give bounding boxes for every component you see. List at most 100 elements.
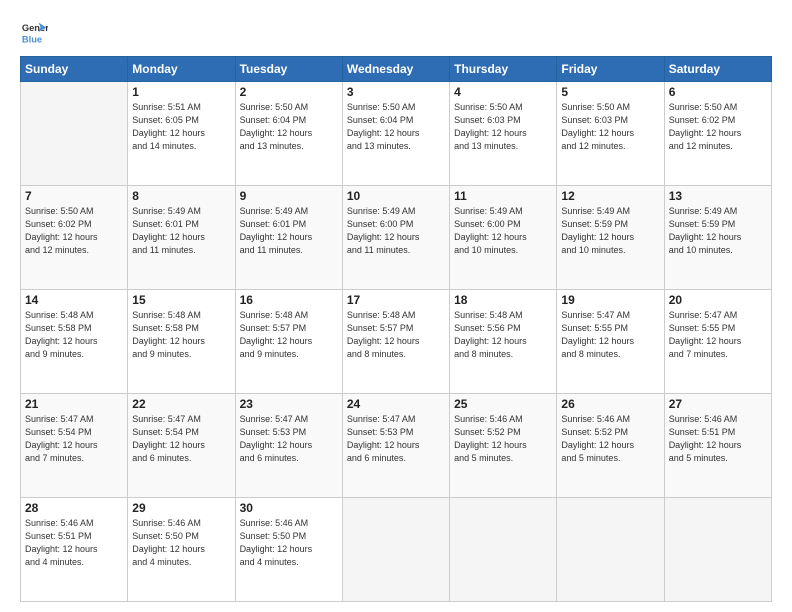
cell-info: Sunrise: 5:47 AM Sunset: 5:53 PM Dayligh… — [347, 413, 445, 465]
day-number: 28 — [25, 501, 123, 515]
calendar-cell — [557, 498, 664, 602]
calendar-cell: 21 Sunrise: 5:47 AM Sunset: 5:54 PM Dayli… — [21, 394, 128, 498]
weekday-header-saturday: Saturday — [664, 57, 771, 82]
cell-info: Sunrise: 5:49 AM Sunset: 6:00 PM Dayligh… — [454, 205, 552, 257]
calendar-cell: 30 Sunrise: 5:46 AM Sunset: 5:50 PM Dayli… — [235, 498, 342, 602]
page: GeneralBlue SundayMondayTuesdayWednesday… — [0, 0, 792, 612]
cell-info: Sunrise: 5:49 AM Sunset: 5:59 PM Dayligh… — [561, 205, 659, 257]
cell-info: Sunrise: 5:48 AM Sunset: 5:57 PM Dayligh… — [240, 309, 338, 361]
day-number: 10 — [347, 189, 445, 203]
cell-info: Sunrise: 5:46 AM Sunset: 5:51 PM Dayligh… — [25, 517, 123, 569]
weekday-header-friday: Friday — [557, 57, 664, 82]
cell-info: Sunrise: 5:50 AM Sunset: 6:04 PM Dayligh… — [240, 101, 338, 153]
calendar-cell — [664, 498, 771, 602]
day-number: 19 — [561, 293, 659, 307]
day-number: 7 — [25, 189, 123, 203]
cell-info: Sunrise: 5:49 AM Sunset: 6:01 PM Dayligh… — [240, 205, 338, 257]
calendar-cell — [21, 82, 128, 186]
weekday-header-thursday: Thursday — [450, 57, 557, 82]
cell-info: Sunrise: 5:49 AM Sunset: 6:01 PM Dayligh… — [132, 205, 230, 257]
cell-info: Sunrise: 5:48 AM Sunset: 5:56 PM Dayligh… — [454, 309, 552, 361]
header: GeneralBlue — [20, 18, 772, 46]
calendar-cell: 16 Sunrise: 5:48 AM Sunset: 5:57 PM Dayli… — [235, 290, 342, 394]
weekday-header-row: SundayMondayTuesdayWednesdayThursdayFrid… — [21, 57, 772, 82]
day-number: 9 — [240, 189, 338, 203]
calendar-cell: 20Sunrise: 5:47 AM Sunset: 5:55 PM Dayli… — [664, 290, 771, 394]
cell-info: Sunrise: 5:49 AM Sunset: 5:59 PM Dayligh… — [669, 205, 767, 257]
calendar-cell: 22 Sunrise: 5:47 AM Sunset: 5:54 PM Dayli… — [128, 394, 235, 498]
calendar-cell: 29Sunrise: 5:46 AM Sunset: 5:50 PM Dayli… — [128, 498, 235, 602]
calendar-week-1: 1 Sunrise: 5:51 AM Sunset: 6:05 PM Daylig… — [21, 82, 772, 186]
svg-text:Blue: Blue — [22, 34, 42, 44]
calendar-cell — [450, 498, 557, 602]
cell-info: Sunrise: 5:46 AM Sunset: 5:52 PM Dayligh… — [561, 413, 659, 465]
day-number: 13 — [669, 189, 767, 203]
calendar-cell: 4 Sunrise: 5:50 AM Sunset: 6:03 PM Daylig… — [450, 82, 557, 186]
calendar-cell: 26 Sunrise: 5:46 AM Sunset: 5:52 PM Dayli… — [557, 394, 664, 498]
cell-info: Sunrise: 5:50 AM Sunset: 6:03 PM Dayligh… — [561, 101, 659, 153]
cell-info: Sunrise: 5:46 AM Sunset: 5:50 PM Dayligh… — [240, 517, 338, 569]
calendar-cell: 27Sunrise: 5:46 AM Sunset: 5:51 PM Dayli… — [664, 394, 771, 498]
day-number: 3 — [347, 85, 445, 99]
day-number: 1 — [132, 85, 230, 99]
day-number: 21 — [25, 397, 123, 411]
calendar-cell: 2Sunrise: 5:50 AM Sunset: 6:04 PM Daylig… — [235, 82, 342, 186]
calendar-cell: 5Sunrise: 5:50 AM Sunset: 6:03 PM Daylig… — [557, 82, 664, 186]
calendar-week-4: 21 Sunrise: 5:47 AM Sunset: 5:54 PM Dayli… — [21, 394, 772, 498]
calendar-cell: 15 Sunrise: 5:48 AM Sunset: 5:58 PM Dayli… — [128, 290, 235, 394]
calendar-cell: 28 Sunrise: 5:46 AM Sunset: 5:51 PM Dayli… — [21, 498, 128, 602]
weekday-header-wednesday: Wednesday — [342, 57, 449, 82]
cell-info: Sunrise: 5:50 AM Sunset: 6:02 PM Dayligh… — [25, 205, 123, 257]
cell-info: Sunrise: 5:49 AM Sunset: 6:00 PM Dayligh… — [347, 205, 445, 257]
cell-info: Sunrise: 5:50 AM Sunset: 6:04 PM Dayligh… — [347, 101, 445, 153]
calendar-cell: 12 Sunrise: 5:49 AM Sunset: 5:59 PM Dayli… — [557, 186, 664, 290]
day-number: 8 — [132, 189, 230, 203]
cell-info: Sunrise: 5:47 AM Sunset: 5:54 PM Dayligh… — [132, 413, 230, 465]
weekday-header-sunday: Sunday — [21, 57, 128, 82]
day-number: 24 — [347, 397, 445, 411]
cell-info: Sunrise: 5:51 AM Sunset: 6:05 PM Dayligh… — [132, 101, 230, 153]
calendar-week-3: 14Sunrise: 5:48 AM Sunset: 5:58 PM Dayli… — [21, 290, 772, 394]
cell-info: Sunrise: 5:48 AM Sunset: 5:58 PM Dayligh… — [25, 309, 123, 361]
calendar-cell: 7 Sunrise: 5:50 AM Sunset: 6:02 PM Daylig… — [21, 186, 128, 290]
day-number: 30 — [240, 501, 338, 515]
cell-info: Sunrise: 5:48 AM Sunset: 5:58 PM Dayligh… — [132, 309, 230, 361]
day-number: 25 — [454, 397, 552, 411]
day-number: 16 — [240, 293, 338, 307]
calendar-cell: 11 Sunrise: 5:49 AM Sunset: 6:00 PM Dayli… — [450, 186, 557, 290]
day-number: 22 — [132, 397, 230, 411]
calendar-cell: 8 Sunrise: 5:49 AM Sunset: 6:01 PM Daylig… — [128, 186, 235, 290]
day-number: 11 — [454, 189, 552, 203]
weekday-header-monday: Monday — [128, 57, 235, 82]
cell-info: Sunrise: 5:47 AM Sunset: 5:54 PM Dayligh… — [25, 413, 123, 465]
calendar-week-2: 7 Sunrise: 5:50 AM Sunset: 6:02 PM Daylig… — [21, 186, 772, 290]
day-number: 27 — [669, 397, 767, 411]
logo: GeneralBlue — [20, 18, 48, 46]
calendar-cell: 10 Sunrise: 5:49 AM Sunset: 6:00 PM Dayli… — [342, 186, 449, 290]
calendar-cell: 1 Sunrise: 5:51 AM Sunset: 6:05 PM Daylig… — [128, 82, 235, 186]
calendar-week-5: 28 Sunrise: 5:46 AM Sunset: 5:51 PM Dayli… — [21, 498, 772, 602]
day-number: 4 — [454, 85, 552, 99]
calendar-cell: 13 Sunrise: 5:49 AM Sunset: 5:59 PM Dayli… — [664, 186, 771, 290]
day-number: 15 — [132, 293, 230, 307]
calendar-cell: 3 Sunrise: 5:50 AM Sunset: 6:04 PM Daylig… — [342, 82, 449, 186]
weekday-header-tuesday: Tuesday — [235, 57, 342, 82]
calendar-cell: 25Sunrise: 5:46 AM Sunset: 5:52 PM Dayli… — [450, 394, 557, 498]
cell-info: Sunrise: 5:50 AM Sunset: 6:02 PM Dayligh… — [669, 101, 767, 153]
day-number: 18 — [454, 293, 552, 307]
day-number: 6 — [669, 85, 767, 99]
cell-info: Sunrise: 5:47 AM Sunset: 5:53 PM Dayligh… — [240, 413, 338, 465]
cell-info: Sunrise: 5:47 AM Sunset: 5:55 PM Dayligh… — [561, 309, 659, 361]
calendar-cell: 9 Sunrise: 5:49 AM Sunset: 6:01 PM Daylig… — [235, 186, 342, 290]
calendar-cell: 24 Sunrise: 5:47 AM Sunset: 5:53 PM Dayli… — [342, 394, 449, 498]
cell-info: Sunrise: 5:48 AM Sunset: 5:57 PM Dayligh… — [347, 309, 445, 361]
calendar-cell: 14Sunrise: 5:48 AM Sunset: 5:58 PM Dayli… — [21, 290, 128, 394]
day-number: 26 — [561, 397, 659, 411]
cell-info: Sunrise: 5:50 AM Sunset: 6:03 PM Dayligh… — [454, 101, 552, 153]
day-number: 12 — [561, 189, 659, 203]
day-number: 20 — [669, 293, 767, 307]
logo-icon: GeneralBlue — [20, 18, 48, 46]
calendar: SundayMondayTuesdayWednesdayThursdayFrid… — [20, 56, 772, 602]
calendar-cell: 6 Sunrise: 5:50 AM Sunset: 6:02 PM Daylig… — [664, 82, 771, 186]
day-number: 17 — [347, 293, 445, 307]
